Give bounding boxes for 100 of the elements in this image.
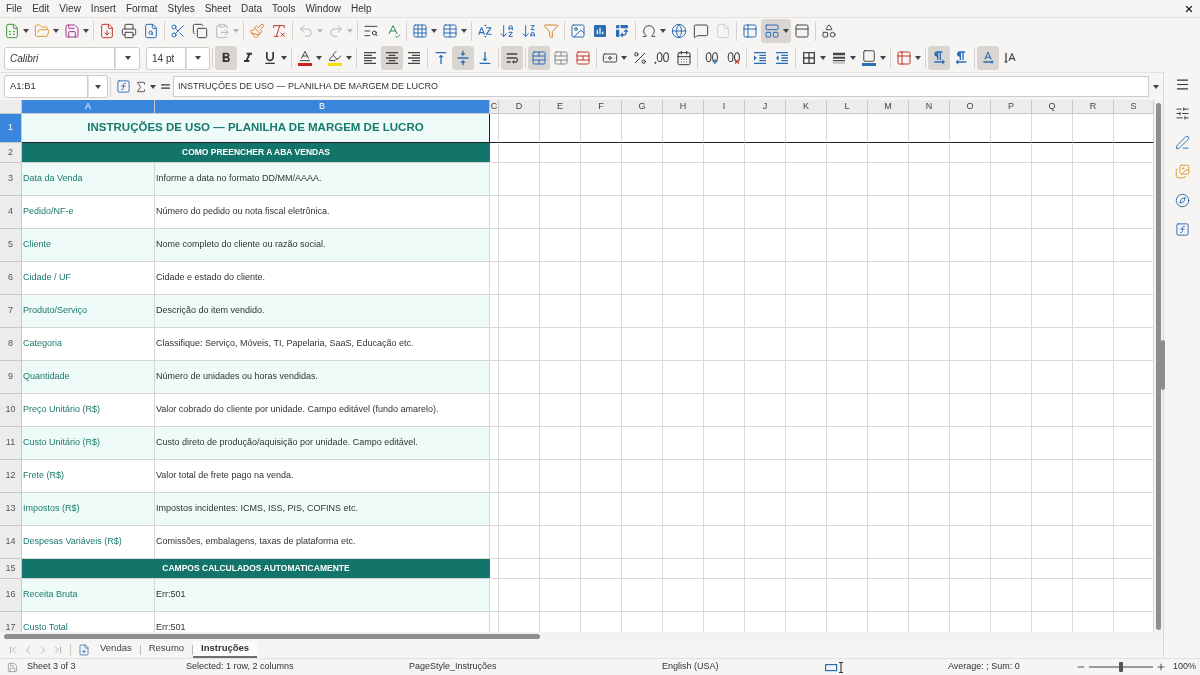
empty-cell[interactable] [540,229,581,262]
empty-cell[interactable] [786,163,827,196]
empty-cell[interactable] [868,143,909,163]
empty-cell[interactable] [786,361,827,394]
empty-cell[interactable] [622,394,663,427]
menu-item[interactable]: Insert [90,1,116,16]
empty-cell[interactable] [490,559,499,579]
row-header[interactable]: 13 [0,493,22,526]
description-cell[interactable]: Nome completo do cliente ou razão social. [155,229,490,262]
row-header[interactable]: 11 [0,427,22,460]
empty-cell[interactable] [1073,427,1114,460]
menu-item[interactable]: Window [305,1,341,16]
empty-cell[interactable] [581,579,622,612]
empty-cell[interactable] [704,559,745,579]
merge-center-button[interactable] [528,46,550,70]
empty-cell[interactable] [540,460,581,493]
empty-cell[interactable] [581,229,622,262]
empty-cell[interactable] [622,579,663,612]
empty-cell[interactable] [490,262,499,295]
empty-cell[interactable] [540,163,581,196]
empty-cell[interactable] [909,229,950,262]
empty-cell[interactable] [704,114,745,143]
wrap-text-button[interactable] [501,46,523,70]
empty-cell[interactable] [868,196,909,229]
empty-cell[interactable] [950,460,991,493]
empty-cell[interactable] [1032,295,1073,328]
field-name-cell[interactable]: Frete (R$) [22,460,155,493]
empty-cell[interactable] [868,361,909,394]
empty-cell[interactable] [490,361,499,394]
empty-cell[interactable] [1073,196,1114,229]
empty-cell[interactable] [745,163,786,196]
empty-cell[interactable] [663,114,704,143]
section-header-cell[interactable]: CAMPOS CALCULADOS AUTOMATICAMENTE [22,559,490,579]
field-name-cell[interactable]: Pedido/NF-e [22,196,155,229]
empty-cell[interactable] [490,328,499,361]
empty-cell[interactable] [950,579,991,612]
empty-cell[interactable] [499,394,540,427]
zoom-in-button[interactable] [1155,661,1167,673]
empty-cell[interactable] [745,394,786,427]
empty-cell[interactable] [490,295,499,328]
empty-cell[interactable] [499,163,540,196]
empty-cell[interactable] [1073,579,1114,612]
row-header[interactable]: 1 [0,114,22,143]
empty-cell[interactable] [499,559,540,579]
row-header[interactable]: 8 [0,328,22,361]
empty-cell[interactable] [786,394,827,427]
empty-cell[interactable] [1032,163,1073,196]
empty-cell[interactable] [827,579,868,612]
empty-cell[interactable] [909,394,950,427]
empty-cell[interactable] [622,361,663,394]
empty-cell[interactable] [581,262,622,295]
empty-cell[interactable] [745,262,786,295]
empty-cell[interactable] [950,196,991,229]
add-sheet-button[interactable] [76,642,92,657]
column-header[interactable]: I [704,100,745,114]
empty-cell[interactable] [909,427,950,460]
empty-cell[interactable] [868,328,909,361]
empty-cell[interactable] [868,427,909,460]
row-header[interactable]: 17 [0,612,22,632]
empty-cell[interactable] [786,493,827,526]
empty-cell[interactable] [909,493,950,526]
empty-cell[interactable] [909,526,950,559]
empty-cell[interactable] [499,196,540,229]
description-cell[interactable]: Valor total de frete pago na venda. [155,460,490,493]
empty-cell[interactable] [786,559,827,579]
empty-cell[interactable] [950,295,991,328]
select-all-corner[interactable] [0,100,22,114]
empty-cell[interactable] [581,493,622,526]
field-name-cell[interactable]: Cidade / UF [22,262,155,295]
empty-cell[interactable] [909,460,950,493]
empty-cell[interactable] [704,427,745,460]
column-header[interactable]: A [22,100,155,114]
empty-cell[interactable] [745,114,786,143]
empty-cell[interactable] [490,460,499,493]
empty-cell[interactable] [827,394,868,427]
empty-cell[interactable] [1073,361,1114,394]
empty-cell[interactable] [622,559,663,579]
empty-cell[interactable] [827,163,868,196]
empty-cell[interactable] [786,579,827,612]
empty-cell[interactable] [663,460,704,493]
empty-cell[interactable] [1032,526,1073,559]
row-header[interactable]: 6 [0,262,22,295]
column-header[interactable]: P [991,100,1032,114]
field-name-cell[interactable]: Preço Unitário (R$) [22,394,155,427]
field-name-cell[interactable]: Impostos (R$) [22,493,155,526]
empty-cell[interactable] [490,163,499,196]
empty-cell[interactable] [581,460,622,493]
empty-cell[interactable] [499,328,540,361]
empty-cell[interactable] [868,295,909,328]
empty-cell[interactable] [909,328,950,361]
zoom-percentage[interactable]: 100% [1173,660,1197,674]
empty-cell[interactable] [540,295,581,328]
empty-cell[interactable] [704,394,745,427]
empty-cell[interactable] [499,114,540,143]
title-cell[interactable]: INSTRUÇÕES DE USO — PLANILHA DE MARGEM DE LUCRO [22,114,490,143]
empty-cell[interactable] [786,143,827,163]
empty-cell[interactable] [1073,143,1114,163]
empty-cell[interactable] [1032,196,1073,229]
sidebar-handle[interactable] [1161,340,1165,390]
empty-cell[interactable] [490,427,499,460]
